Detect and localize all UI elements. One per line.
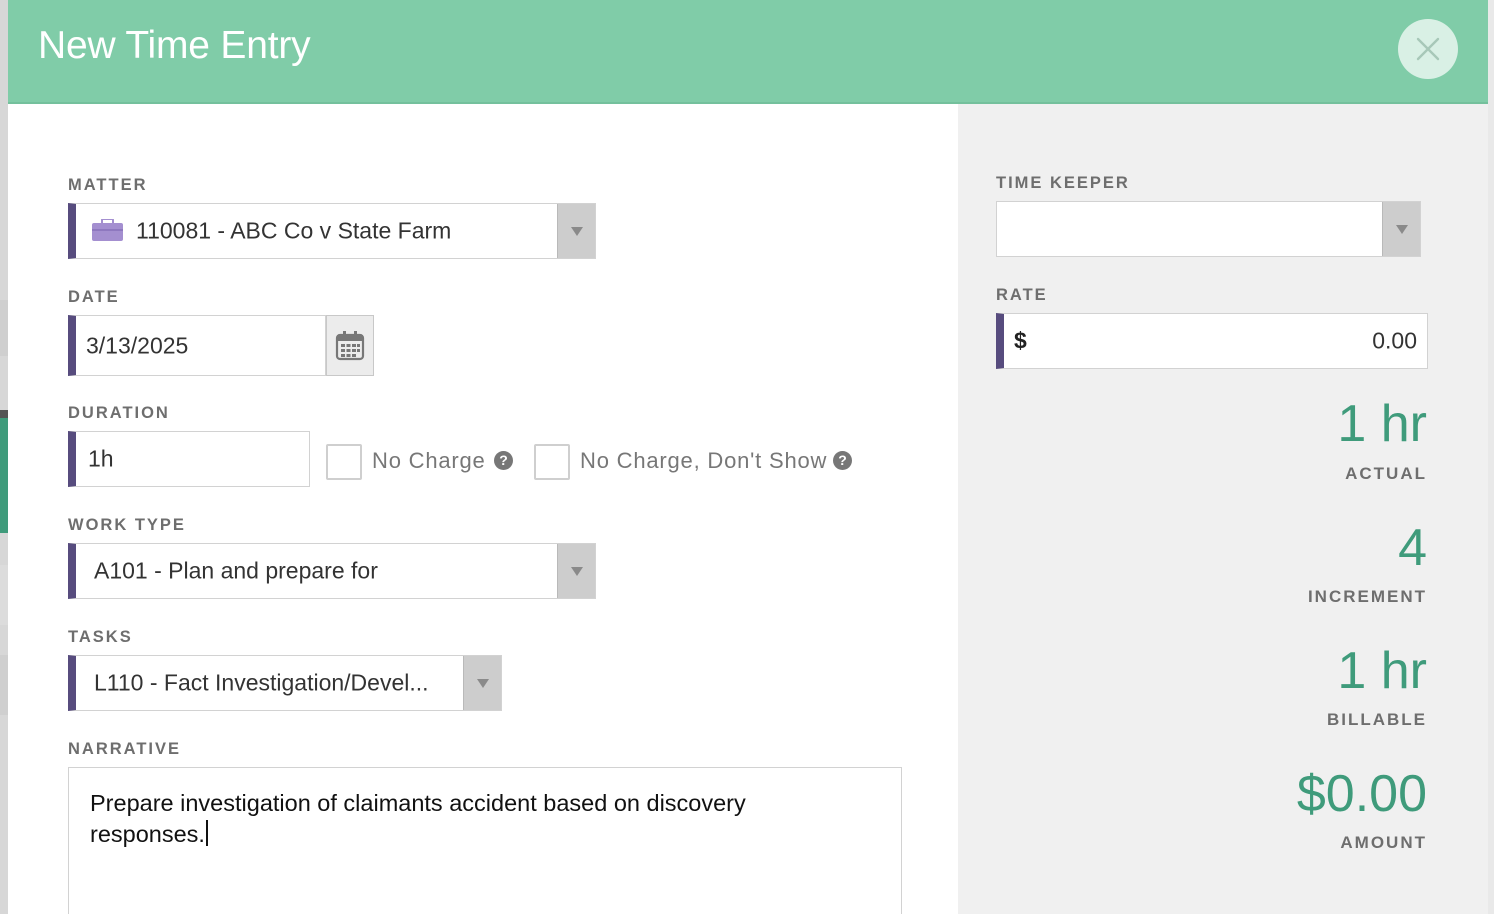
matter-label: MATTER <box>68 176 148 194</box>
narrative-textarea[interactable]: Prepare investigation of claimants accid… <box>68 767 902 914</box>
work-type-value: A101 - Plan and prepare for <box>94 557 378 584</box>
no-charge-dont-show-label: No Charge, Don't Show <box>580 448 828 473</box>
backdrop-page <box>0 0 8 914</box>
no-charge-checkbox[interactable] <box>326 444 362 480</box>
date-value: 3/13/2025 <box>86 332 189 358</box>
rate-value: 0.00 <box>1372 327 1417 354</box>
summary-pane: TIME KEEPER RATE $ 0.00 1 hr ACTUAL 4 IN… <box>958 104 1488 914</box>
date-input[interactable]: 3/13/2025 <box>68 315 326 376</box>
amount-label: AMOUNT <box>1340 833 1427 852</box>
date-picker-button[interactable] <box>326 315 374 376</box>
no-charge-label: No Charge <box>372 448 486 473</box>
tasks-select[interactable]: L110 - Fact Investigation/Devel... <box>68 655 502 711</box>
work-type-dropdown-button[interactable] <box>557 544 595 598</box>
chevron-down-icon <box>1395 224 1408 234</box>
time-keeper-dropdown-button[interactable] <box>1382 202 1420 256</box>
work-type-label: WORK TYPE <box>68 516 186 534</box>
billable-label: BILLABLE <box>1326 710 1427 729</box>
rate-input[interactable]: $ 0.00 <box>996 313 1428 369</box>
rate-label: RATE <box>996 286 1048 304</box>
time-keeper-select[interactable] <box>996 201 1421 257</box>
tasks-value: L110 - Fact Investigation/Devel... <box>94 669 429 696</box>
duration-input[interactable]: 1h <box>68 431 310 487</box>
matter-dropdown-button[interactable] <box>557 204 595 258</box>
entry-form: MATTER 110081 - ABC Co v State Farm DATE… <box>8 104 958 914</box>
chevron-down-icon <box>570 566 583 576</box>
duration-value: 1h <box>88 445 114 472</box>
rate-currency: $ <box>1014 327 1027 354</box>
date-label: DATE <box>68 288 120 306</box>
work-type-select[interactable]: A101 - Plan and prepare for <box>68 543 596 599</box>
no-charge-dont-show-help-icon[interactable]: ? <box>833 451 852 470</box>
amount-value: $0.00 <box>1296 765 1427 823</box>
time-entry-modal: New Time Entry MATTER 110081 - ABC Co v … <box>8 0 1488 914</box>
chevron-down-icon <box>570 226 583 236</box>
time-keeper-label: TIME KEEPER <box>996 174 1130 192</box>
narrative-label: NARRATIVE <box>68 740 182 758</box>
tasks-label: TASKS <box>68 628 133 646</box>
billable-value: 1 hr <box>1337 642 1427 700</box>
narrative-line-1: Prepare investigation of claimants accid… <box>90 790 746 816</box>
close-icon <box>1416 37 1440 61</box>
actual-label: ACTUAL <box>1345 464 1427 483</box>
actual-value: 1 hr <box>1337 395 1427 453</box>
increment-label: INCREMENT <box>1307 587 1427 606</box>
chevron-down-icon <box>476 678 489 688</box>
close-button[interactable] <box>1398 19 1458 79</box>
duration-label: DURATION <box>68 404 170 422</box>
briefcase-icon <box>92 219 123 241</box>
tasks-dropdown-button[interactable] <box>463 656 501 710</box>
modal-title: New Time Entry <box>38 24 311 67</box>
narrative-line-2: responses. <box>90 821 205 847</box>
no-charge-dont-show-checkbox[interactable] <box>534 444 570 480</box>
calendar-icon <box>335 330 365 360</box>
no-charge-help-icon[interactable]: ? <box>494 451 513 470</box>
text-caret <box>205 820 208 846</box>
matter-select[interactable]: 110081 - ABC Co v State Farm <box>68 203 596 259</box>
matter-value: 110081 - ABC Co v State Farm <box>136 217 452 244</box>
increment-value: 4 <box>1398 519 1427 577</box>
modal-header: New Time Entry <box>8 0 1488 104</box>
